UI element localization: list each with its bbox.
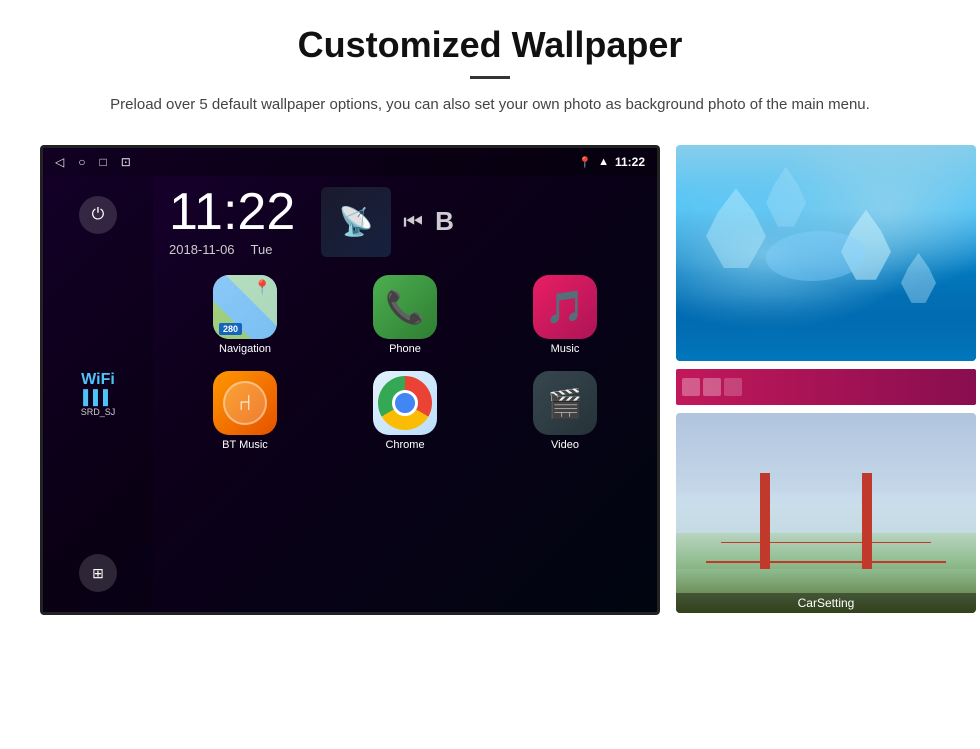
page-subtitle: Preload over 5 default wallpaper options… — [110, 93, 870, 117]
wifi-bars-icon: ▌▌▌ — [81, 389, 116, 405]
screenshot-icon: ⊡ — [121, 155, 131, 169]
music-note-icon: 🎵 — [545, 288, 585, 326]
list-item[interactable]: ⑁ BT Music — [167, 365, 323, 457]
phone-icon: 📞 — [385, 288, 425, 326]
navigation-app-icon: 280 📍 — [213, 275, 277, 339]
list-item[interactable]: 🎵 Music — [487, 269, 643, 361]
chrome-app-icon — [373, 371, 437, 435]
android-screen: ◁ ○ □ ⊡ 📍 ▲ 11:22 ⏻ WiFi ▌▌▌ SRD_SJ — [40, 145, 660, 615]
date-day: Tue — [251, 242, 273, 257]
bridge-tower-right — [862, 473, 872, 573]
list-item[interactable]: 🎬 Video — [487, 365, 643, 457]
clock-date: 2018-11-06 Tue — [169, 242, 295, 257]
chrome-inner — [377, 375, 433, 431]
nav-pin-icon: 📍 — [254, 279, 271, 296]
music-app-icon: 🎵 — [533, 275, 597, 339]
app-label: BT Music — [222, 439, 268, 451]
back-icon: ◁ — [55, 155, 64, 169]
strip-item — [682, 378, 700, 396]
apps-button[interactable]: ⊞ — [79, 554, 117, 592]
app-label: Navigation — [219, 343, 271, 355]
strip-item — [724, 378, 742, 396]
clock-section: 11:22 2018-11-06 Tue 📡 ⏮ B — [153, 176, 657, 263]
wallpaper-thumbs: CarSetting — [676, 145, 976, 613]
wifi-signal-icon: 📡 — [339, 205, 374, 238]
media-icons: 📡 ⏮ B — [321, 187, 454, 257]
media-app-icon: 📡 — [321, 187, 391, 257]
wifi-widget: WiFi ▌▌▌ SRD_SJ — [81, 371, 116, 417]
list-item[interactable]: 📞 Phone — [327, 269, 483, 361]
title-divider — [470, 76, 510, 79]
recent-icon: □ — [99, 155, 106, 169]
main-area: 11:22 2018-11-06 Tue 📡 ⏮ B — [153, 176, 657, 612]
app-grid: 280 📍 Navigation 📞 Phone — [153, 263, 657, 463]
phone-app-icon: 📞 — [373, 275, 437, 339]
wallpaper-strip-thumb — [676, 369, 976, 405]
carsetting-label: CarSetting — [676, 593, 976, 613]
clock-display: 11:22 2018-11-06 Tue — [169, 186, 295, 257]
bt-app-icon: ⑁ — [213, 371, 277, 435]
bridge-tower-left — [760, 473, 770, 573]
wifi-ssid: SRD_SJ — [81, 407, 116, 417]
bt-circle: ⑁ — [223, 381, 267, 425]
app-label: Video — [551, 439, 579, 451]
page-title: Customized Wallpaper — [60, 24, 920, 66]
status-right: 📍 ▲ 11:22 — [578, 155, 645, 169]
nav-icons: ◁ ○ □ ⊡ — [55, 155, 131, 169]
status-bar: ◁ ○ □ ⊡ 📍 ▲ 11:22 — [43, 148, 657, 176]
skip-back-icon: ⏮ — [403, 209, 423, 235]
clock-time: 11:22 — [169, 186, 295, 238]
home-icon: ○ — [78, 155, 85, 169]
ice-shapes — [676, 145, 976, 361]
app-label: Music — [551, 343, 580, 355]
status-time: 11:22 — [615, 155, 645, 169]
app-label: Phone — [389, 343, 421, 355]
chrome-blue-circle — [392, 390, 418, 416]
date-left: 2018-11-06 — [169, 242, 235, 257]
list-item[interactable]: 280 📍 Navigation — [167, 269, 323, 361]
video-app-icon: 🎬 — [533, 371, 597, 435]
app-label: Chrome — [385, 439, 424, 451]
bluetooth-icon: ⑁ — [238, 390, 251, 416]
list-item[interactable]: Chrome — [327, 365, 483, 457]
wallpaper-ice-thumb[interactable] — [676, 145, 976, 361]
location-icon: 📍 — [578, 156, 592, 169]
media-letter: B — [435, 206, 454, 237]
wallpaper-bridge-thumb[interactable]: CarSetting — [676, 413, 976, 613]
strip-item — [703, 378, 721, 396]
page-header: Customized Wallpaper Preload over 5 defa… — [0, 0, 980, 127]
power-button[interactable]: ⏻ — [79, 196, 117, 234]
nav-number: 280 — [219, 323, 242, 335]
left-sidebar: ⏻ WiFi ▌▌▌ SRD_SJ ⊞ — [43, 176, 153, 612]
wifi-label: WiFi — [81, 371, 116, 389]
wifi-icon: ▲ — [598, 156, 609, 168]
video-icon: 🎬 — [548, 387, 583, 420]
